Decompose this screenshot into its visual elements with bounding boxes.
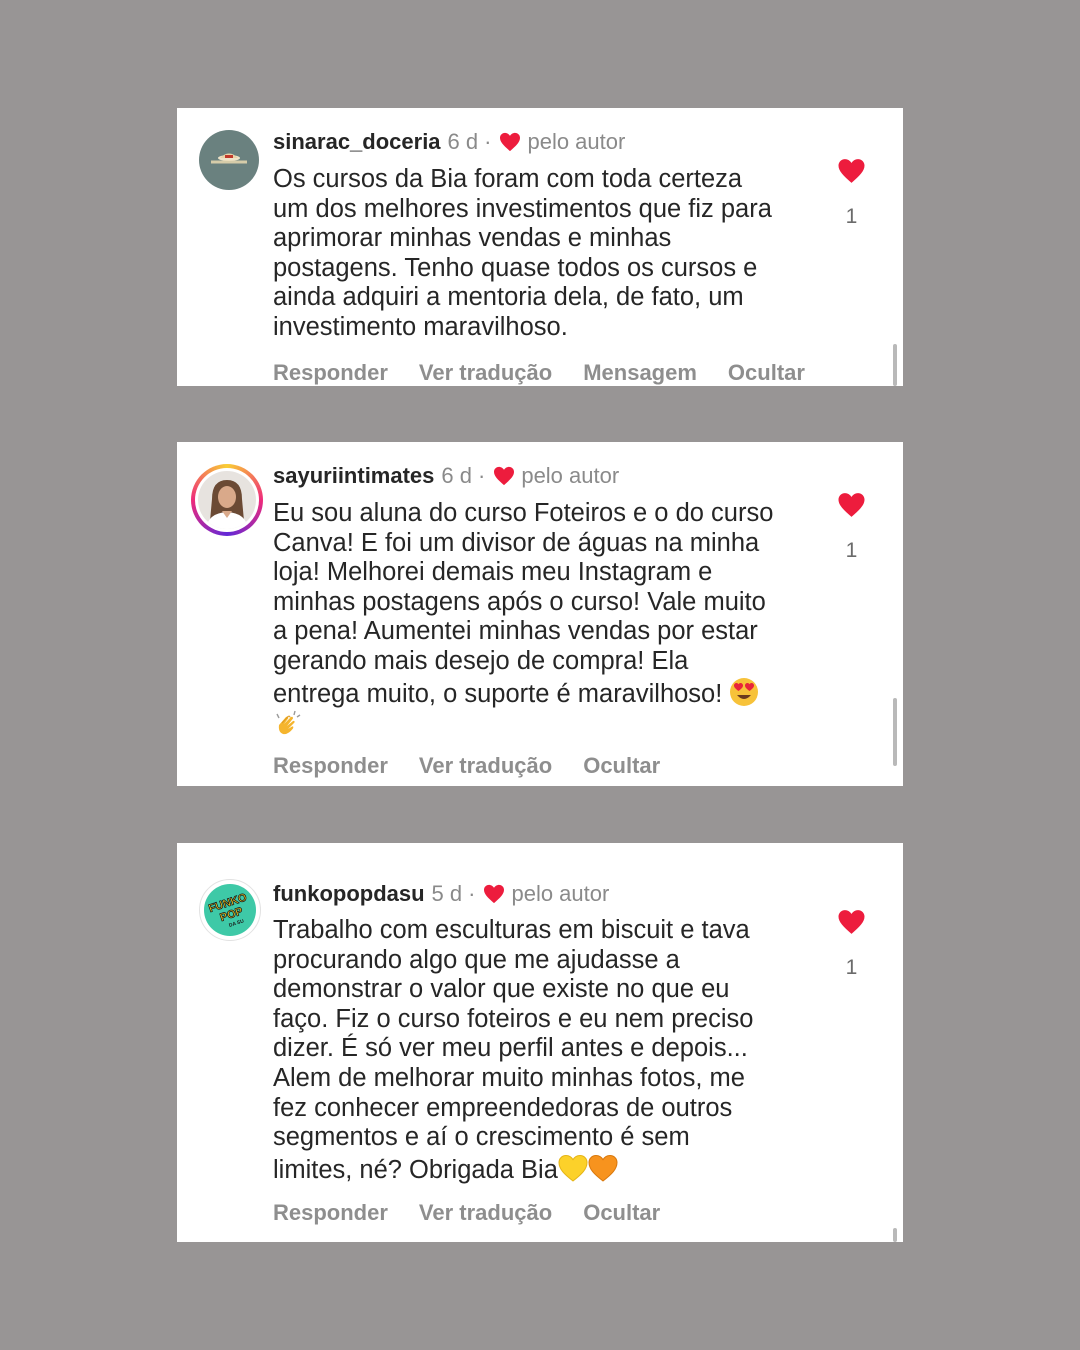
comment-text-content: Trabalho com esculturas em biscuit e tav… <box>273 916 754 1184</box>
like-count: 1 <box>845 205 858 228</box>
separator: · <box>468 881 476 906</box>
funko-pop-logo-icon: FUNKO POP DA SU <box>204 884 256 936</box>
username[interactable]: sinarac_doceria <box>273 129 441 155</box>
heart-eyes-emoji-icon <box>730 677 759 706</box>
see-translation-button[interactable]: Ver tradução <box>419 360 552 386</box>
scrollbar[interactable] <box>893 698 897 766</box>
see-translation-button[interactable]: Ver tradução <box>419 753 552 779</box>
comment-card: FUNKO POP DA SU funkopopdasu 5 d · pelo … <box>177 843 903 1242</box>
heart-icon <box>484 884 505 904</box>
hide-button[interactable]: Ocultar <box>728 360 805 386</box>
like-count: 1 <box>845 539 858 562</box>
heart-icon <box>494 466 515 486</box>
yellow-heart-emoji-icon <box>558 1154 588 1182</box>
username[interactable]: sayuriintimates <box>273 463 434 489</box>
comment-text: Trabalho com esculturas em biscuit e tav… <box>273 916 813 1185</box>
reply-button[interactable]: Responder <box>273 753 388 779</box>
comment-text: Eu sou aluna do curso Foteiros e o do cu… <box>273 499 818 742</box>
clapping-hands-emoji-icon <box>276 710 301 735</box>
separator: · <box>478 463 486 488</box>
comment-actions: Responder Ver tradução Ocultar <box>273 1200 691 1226</box>
username[interactable]: funkopopdasu <box>273 881 425 907</box>
timestamp: 6 d <box>447 129 479 154</box>
comment-text: Os cursos da Bia foram com toda certeza … <box>273 165 772 341</box>
liked-by-author-label: pelo autor <box>521 463 620 488</box>
comment-actions: Responder Ver tradução Mensagem Ocultar <box>273 360 836 386</box>
message-button[interactable]: Mensagem <box>583 360 697 386</box>
timestamp: 5 d <box>431 881 463 906</box>
liked-by-author-label: pelo autor <box>527 129 626 154</box>
reply-button[interactable]: Responder <box>273 1200 388 1226</box>
comment-card: sinarac_doceria 6 d · pelo autor Os curs… <box>177 108 903 386</box>
avatar[interactable] <box>199 130 259 190</box>
heart-icon <box>500 132 521 152</box>
scrollbar[interactable] <box>893 1228 897 1242</box>
reply-button[interactable]: Responder <box>273 360 388 386</box>
timestamp: 6 d <box>441 463 472 488</box>
separator: · <box>484 129 492 154</box>
orange-heart-emoji-icon <box>588 1154 618 1182</box>
comment-header: sayuriintimates 6 d · pelo autor <box>273 463 813 489</box>
see-translation-button[interactable]: Ver tradução <box>419 1200 552 1226</box>
like-count: 1 <box>845 956 858 979</box>
avatar[interactable]: FUNKO POP DA SU <box>199 879 261 941</box>
comment-header: sinarac_doceria 6 d · pelo autor <box>273 129 813 155</box>
comment-actions: Responder Ver tradução Ocultar <box>273 753 691 779</box>
liked-by-author-label: pelo autor <box>511 881 610 906</box>
hide-button[interactable]: Ocultar <box>583 753 660 779</box>
avatar[interactable] <box>191 464 263 536</box>
comment-header: funkopopdasu 5 d · pelo autor <box>273 881 813 907</box>
sinara-carvalho-logo-icon <box>211 153 247 164</box>
like-heart-icon[interactable] <box>837 909 866 935</box>
comment-text-content: Eu sou aluna do curso Foteiros e o do cu… <box>273 499 774 708</box>
like-heart-icon[interactable] <box>837 158 866 184</box>
scrollbar[interactable] <box>893 344 897 386</box>
like-heart-icon[interactable] <box>837 492 866 518</box>
hide-button[interactable]: Ocultar <box>583 1200 660 1226</box>
profile-photo-icon <box>198 471 256 529</box>
comment-card: sayuriintimates 6 d · pelo autor Eu sou … <box>177 442 903 786</box>
